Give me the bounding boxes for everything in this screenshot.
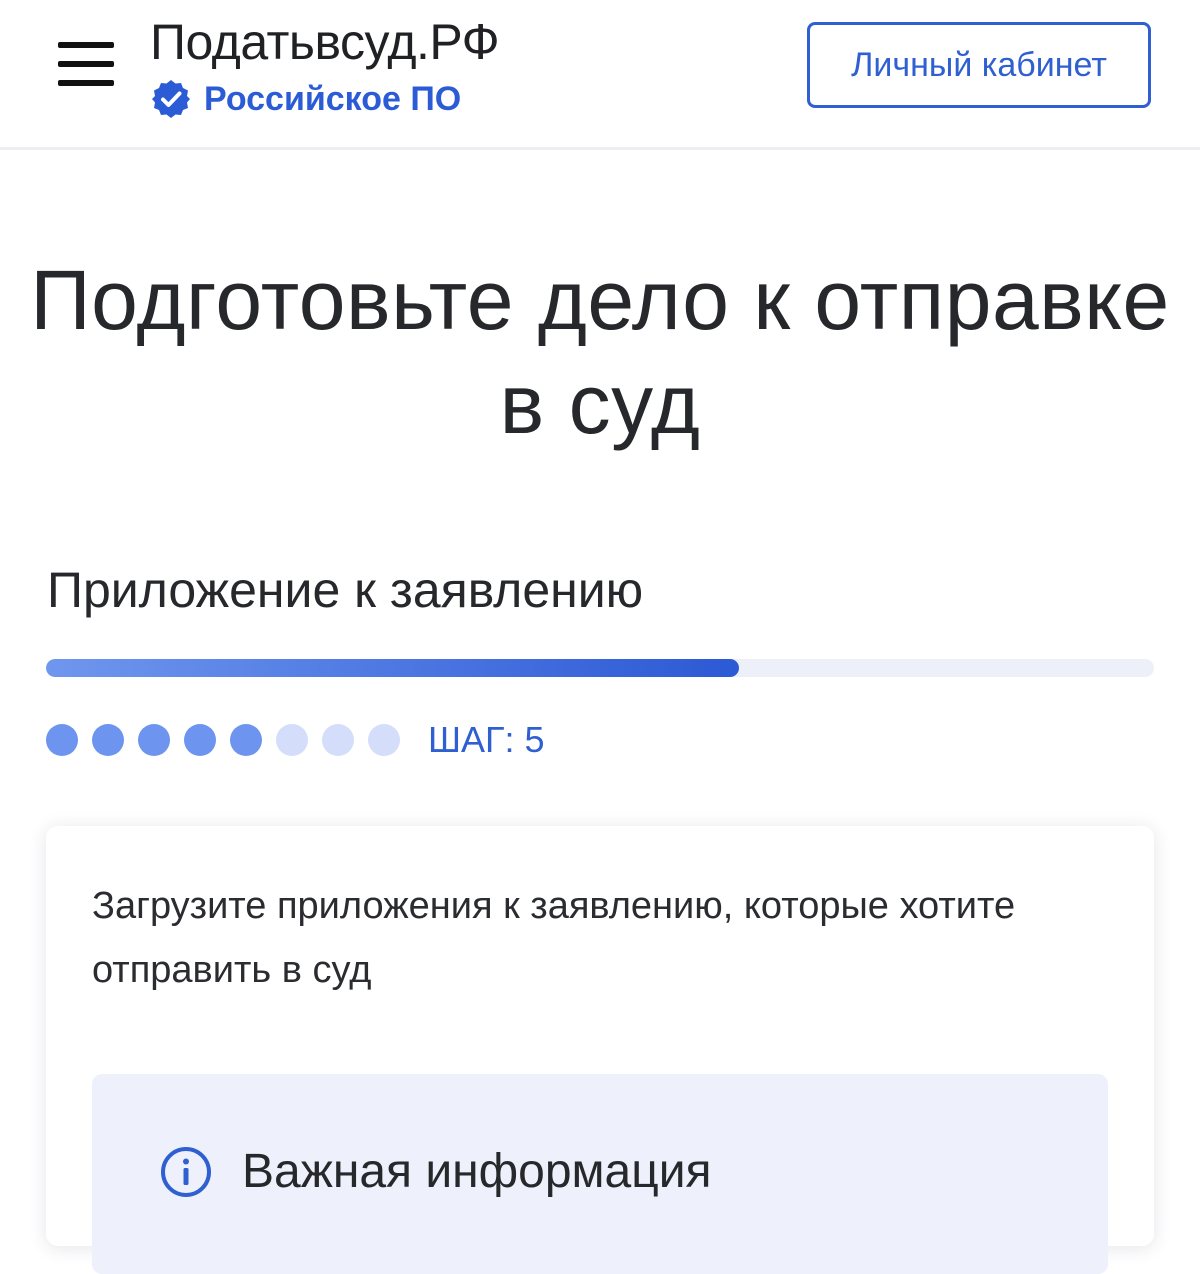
step-dot — [368, 724, 400, 756]
card-description: Загрузите приложения к заявлению, которы… — [92, 885, 1016, 991]
personal-account-button[interactable]: Личный кабинет — [807, 22, 1151, 108]
header: Податьвсуд.РФ Российское ПО Личный кабин… — [0, 0, 1200, 150]
step-dot — [138, 724, 170, 756]
brand-badge-label: Российское ПО — [204, 79, 462, 118]
brand-badge: Российское ПО — [150, 78, 499, 120]
step-label: ШАГ: 5 — [428, 719, 545, 760]
step-dot — [46, 724, 78, 756]
step-dot — [230, 724, 262, 756]
progress-bar-fill — [46, 659, 739, 677]
hamburger-menu-icon[interactable] — [58, 42, 114, 86]
step-dot — [92, 724, 124, 756]
step-dot — [276, 724, 308, 756]
step-dot — [322, 724, 354, 756]
section-title: Приложение к заявлению — [47, 562, 644, 618]
brand[interactable]: Податьвсуд.РФ Российское ПО — [150, 12, 500, 120]
page-title: Подготовьте дело к отправке в суд — [30, 253, 1170, 451]
info-circle-icon — [161, 1146, 211, 1197]
step-indicator: ШАГ: 5 — [46, 718, 545, 762]
brand-name: Податьвсуд.РФ — [150, 14, 500, 70]
info-header: Важная информация — [160, 1144, 712, 1199]
step-dot — [184, 724, 216, 756]
verified-badge-icon — [152, 80, 190, 118]
progress-bar — [46, 659, 1154, 677]
info-title: Важная информация — [242, 1145, 712, 1198]
important-info-box[interactable]: Важная информация — [92, 1074, 1108, 1274]
upload-card: Загрузите приложения к заявлению, которы… — [46, 826, 1154, 1274]
